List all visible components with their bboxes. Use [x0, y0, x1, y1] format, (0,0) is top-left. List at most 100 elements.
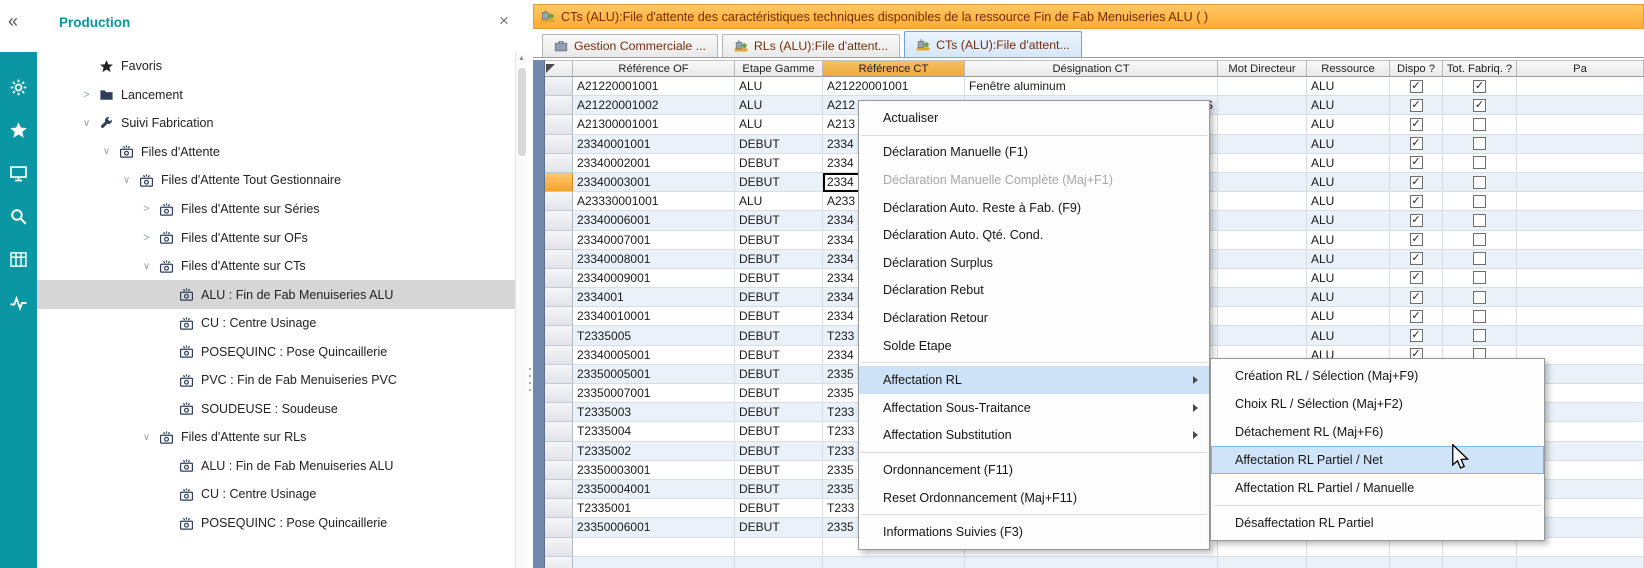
- cell-mot-directeur[interactable]: [1218, 288, 1307, 307]
- cell-reference-of[interactable]: A23330001001: [573, 192, 735, 211]
- cell-dispo[interactable]: ✓: [1390, 269, 1443, 288]
- cell-etape-gamme[interactable]: DEBUT: [735, 422, 823, 441]
- menu-item-solde-etape[interactable]: Solde Etape: [859, 332, 1209, 360]
- cell-mot-directeur[interactable]: [1218, 135, 1307, 154]
- cell-etape-gamme[interactable]: DEBUT: [735, 173, 823, 192]
- iconbar-button-monitor[interactable]: [0, 152, 37, 195]
- cell-reference-of[interactable]: 2334001: [573, 288, 735, 307]
- cell-dispo[interactable]: ✓: [1390, 211, 1443, 230]
- cell-reference-of[interactable]: 23340005001: [573, 346, 735, 365]
- tree-item-files-d-attente[interactable]: ∨Files d'Attente: [37, 138, 515, 167]
- cell-tot-fabriq[interactable]: [1443, 154, 1517, 173]
- cell-dispo[interactable]: ✓: [1390, 307, 1443, 326]
- cell-reference-of[interactable]: [573, 538, 735, 557]
- cell-etape-gamme[interactable]: DEBUT: [735, 461, 823, 480]
- cell-dispo[interactable]: ✓: [1390, 77, 1443, 96]
- menu-item-detachement-rl-maj-f6[interactable]: Détachement RL (Maj+F6): [1211, 418, 1544, 446]
- cell-mot-directeur[interactable]: [1218, 192, 1307, 211]
- tree-item-alu-fin-de-fab-menuiseries-alu[interactable]: ALU : Fin de Fab Menuiseries ALU: [37, 452, 515, 481]
- cell-dispo[interactable]: ✓: [1390, 192, 1443, 211]
- cell-mot-directeur[interactable]: [1218, 154, 1307, 173]
- row-header[interactable]: [545, 211, 573, 230]
- cell-reference-of[interactable]: 23340009001: [573, 269, 735, 288]
- tree-collapsed-chevron-icon[interactable]: >: [137, 203, 156, 215]
- cell-dispo[interactable]: ✓: [1390, 135, 1443, 154]
- cell-etape-gamme[interactable]: DEBUT: [735, 518, 823, 537]
- iconbar-button-activity[interactable]: [0, 281, 37, 324]
- checkbox-checked[interactable]: ✓: [1410, 310, 1423, 323]
- cell-reference-of[interactable]: A21220001002: [573, 96, 735, 115]
- tree-collapsed-chevron-icon[interactable]: >: [137, 232, 156, 244]
- cell-reference-of[interactable]: 23350005001: [573, 365, 735, 384]
- cell-etape-gamme[interactable]: ALU: [735, 115, 823, 134]
- menu-item-declaration-auto-qte-cond[interactable]: Déclaration Auto. Qté. Cond.: [859, 221, 1209, 249]
- checkbox-checked[interactable]: ✓: [1410, 233, 1423, 246]
- cell-reference-of[interactable]: T2335001: [573, 499, 735, 518]
- cell-ressource[interactable]: ALU: [1307, 96, 1390, 115]
- cell-dispo[interactable]: [1390, 557, 1443, 568]
- cell-mot-directeur[interactable]: [1218, 307, 1307, 326]
- row-header[interactable]: [545, 154, 573, 173]
- row-header[interactable]: [545, 307, 573, 326]
- menu-item-declaration-surplus[interactable]: Déclaration Surplus: [859, 249, 1209, 277]
- cell-ressource[interactable]: ALU: [1307, 211, 1390, 230]
- checkbox-checked[interactable]: ✓: [1410, 195, 1423, 208]
- column-header-dispo[interactable]: Dispo ?: [1390, 60, 1443, 77]
- checkbox-unchecked[interactable]: [1473, 329, 1486, 342]
- cell-etape-gamme[interactable]: DEBUT: [735, 480, 823, 499]
- cell-dispo[interactable]: ✓: [1390, 231, 1443, 250]
- row-header[interactable]: [545, 231, 573, 250]
- checkbox-unchecked[interactable]: [1473, 310, 1486, 323]
- checkbox-checked[interactable]: ✓: [1410, 214, 1423, 227]
- cell-tot-fabriq[interactable]: [1443, 231, 1517, 250]
- cell-reference-of[interactable]: T2335002: [573, 442, 735, 461]
- column-header-tot-fabriq[interactable]: Tot. Fabriq. ?: [1443, 60, 1517, 77]
- cell-tot-fabriq[interactable]: [1443, 307, 1517, 326]
- cell-dispo[interactable]: ✓: [1390, 326, 1443, 345]
- checkbox-unchecked[interactable]: [1473, 156, 1486, 169]
- iconbar-button-columns[interactable]: [0, 238, 37, 281]
- cell-etape-gamme[interactable]: DEBUT: [735, 211, 823, 230]
- checkbox-checked[interactable]: ✓: [1473, 99, 1486, 112]
- cell-dispo[interactable]: ✓: [1390, 250, 1443, 269]
- menu-item-affectation-rl-partiel-net[interactable]: Affectation RL Partiel / Net: [1211, 446, 1544, 474]
- cell-etape-gamme[interactable]: [735, 538, 823, 557]
- menu-item-affectation-rl-partiel-manuelle[interactable]: Affectation RL Partiel / Manuelle: [1211, 474, 1544, 502]
- tree-item-lancement[interactable]: >Lancement: [37, 81, 515, 110]
- checkbox-checked[interactable]: ✓: [1410, 137, 1423, 150]
- table-corner-cell[interactable]: [545, 60, 573, 77]
- tree-item-suivi-fabrication[interactable]: ∨Suivi Fabrication: [37, 109, 515, 138]
- cell-etape-gamme[interactable]: ALU: [735, 192, 823, 211]
- cell-ressource[interactable]: ALU: [1307, 250, 1390, 269]
- row-header[interactable]: [545, 173, 573, 192]
- tab-gestion-commerciale[interactable]: Gestion Commerciale ...: [542, 34, 718, 57]
- cell-etape-gamme[interactable]: DEBUT: [735, 269, 823, 288]
- cell-mot-directeur[interactable]: [1218, 269, 1307, 288]
- row-header[interactable]: [545, 288, 573, 307]
- checkbox-checked[interactable]: ✓: [1410, 271, 1423, 284]
- cell-etape-gamme[interactable]: DEBUT: [735, 326, 823, 345]
- row-header[interactable]: [545, 480, 573, 499]
- tree-expanded-chevron-icon[interactable]: ∨: [97, 146, 116, 157]
- cell-tot-fabriq[interactable]: [1443, 269, 1517, 288]
- menu-item-declaration-rebut[interactable]: Déclaration Rebut: [859, 277, 1209, 305]
- tree-expanded-chevron-icon[interactable]: ∨: [117, 175, 136, 186]
- cell-mot-directeur[interactable]: [1218, 231, 1307, 250]
- cell-mot-directeur[interactable]: [1218, 115, 1307, 134]
- row-header[interactable]: [545, 442, 573, 461]
- cell-dispo[interactable]: ✓: [1390, 173, 1443, 192]
- checkbox-checked[interactable]: ✓: [1410, 291, 1423, 304]
- menu-item-ordonnancement-f11[interactable]: Ordonnancement (F11): [859, 456, 1209, 484]
- cell-ressource[interactable]: ALU: [1307, 326, 1390, 345]
- cell-reference-of[interactable]: 23340001001: [573, 135, 735, 154]
- checkbox-checked[interactable]: ✓: [1410, 80, 1423, 93]
- cell-ressource[interactable]: ALU: [1307, 231, 1390, 250]
- row-header[interactable]: [545, 192, 573, 211]
- cell-etape-gamme[interactable]: DEBUT: [735, 154, 823, 173]
- tree-item-soudeuse-soudeuse[interactable]: SOUDEUSE : Soudeuse: [37, 395, 515, 424]
- row-header[interactable]: [545, 135, 573, 154]
- checkbox-unchecked[interactable]: [1473, 214, 1486, 227]
- checkbox-unchecked[interactable]: [1473, 271, 1486, 284]
- cell-dispo[interactable]: ✓: [1390, 288, 1443, 307]
- cell-pa[interactable]: [1517, 192, 1644, 211]
